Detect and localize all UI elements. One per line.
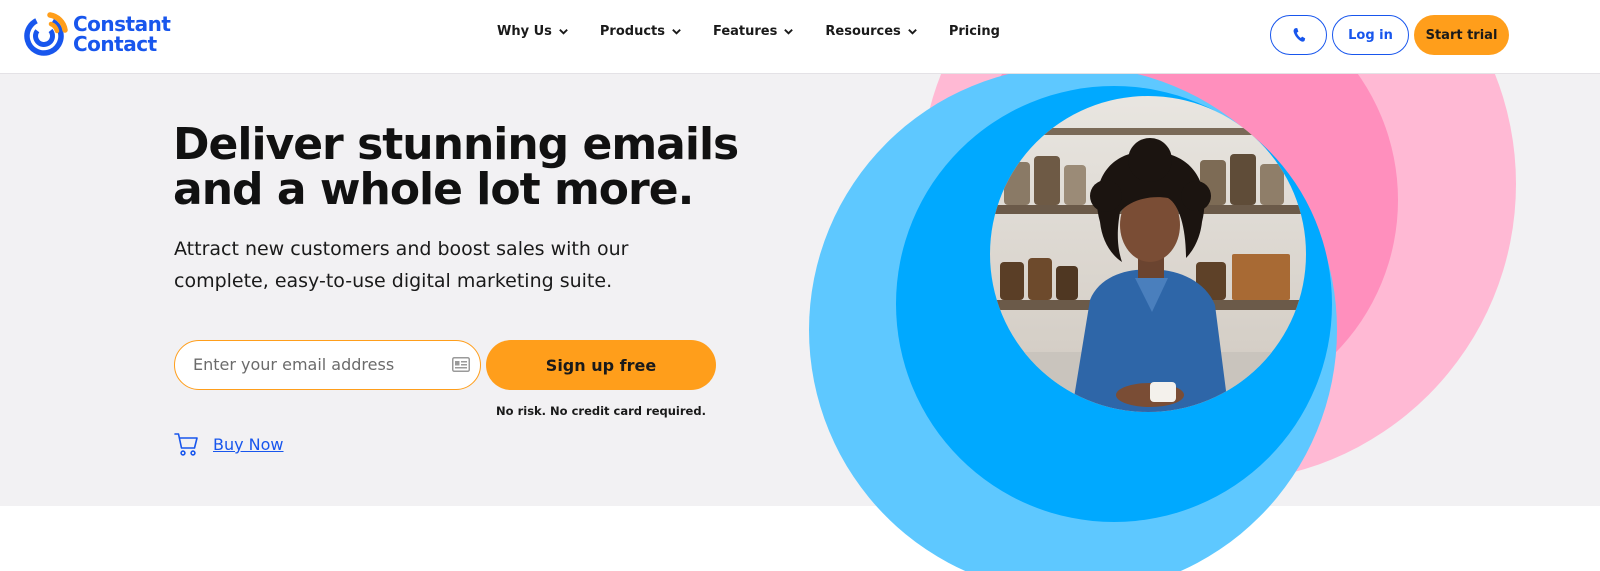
nav-item-label: Products — [599, 24, 665, 39]
chevron-down-icon — [907, 29, 917, 35]
headline-line-2: and a whole lot more. — [173, 164, 694, 215]
nav-item-label: Pricing — [948, 24, 1000, 39]
nav-item-label: Why Us — [497, 24, 552, 39]
shopping-cart-icon — [174, 433, 198, 456]
chevron-down-icon — [559, 29, 568, 35]
nav-item-resources[interactable]: Resources — [825, 24, 917, 39]
buy-now-link[interactable]: Buy Now — [174, 432, 284, 457]
nav-item-why-us[interactable]: Why Us — [497, 24, 569, 39]
main-nav: Why Us Products Features Resources Prici… — [497, 24, 1000, 39]
sign-up-free-button[interactable]: Sign up free — [486, 340, 716, 390]
hero-subheading: Attract new customers and boost sales wi… — [174, 233, 714, 297]
nav-item-label: Features — [712, 24, 778, 39]
phone-button[interactable] — [1270, 15, 1327, 55]
no-risk-disclaimer: No risk. No credit card required. — [496, 404, 706, 418]
logo-wordmark: Constant Contact — [73, 12, 171, 56]
logo-word-2: Contact — [73, 32, 157, 56]
logo-word-1: Constant — [73, 12, 171, 36]
buy-now-label: Buy Now — [213, 435, 284, 454]
email-field-wrapper — [174, 340, 481, 390]
constant-contact-logo[interactable]: Constant Contact — [24, 12, 171, 56]
phone-icon — [1293, 28, 1305, 42]
nav-item-label: Resources — [825, 24, 901, 39]
hero-headline: Deliver stunning emails and a whole lot … — [173, 122, 773, 212]
next-section — [0, 506, 1600, 571]
chevron-down-icon — [784, 29, 794, 35]
headline-line-1: Deliver stunning emails — [173, 119, 739, 170]
contact-card-icon — [452, 357, 470, 372]
subhead-line-2: complete, easy-to-use digital marketing … — [174, 270, 613, 292]
start-trial-button[interactable]: Start trial — [1414, 15, 1509, 55]
email-input[interactable] — [193, 341, 443, 388]
chevron-down-icon — [672, 29, 681, 35]
site-header: Constant Contact Why Us Products Feature… — [0, 0, 1600, 74]
nav-item-features[interactable]: Features — [713, 24, 794, 39]
nav-item-pricing[interactable]: Pricing — [949, 24, 1000, 39]
logo-icon — [24, 12, 68, 56]
nav-item-products[interactable]: Products — [600, 24, 682, 39]
login-button[interactable]: Log in — [1332, 15, 1409, 55]
subhead-line-1: Attract new customers and boost sales wi… — [174, 238, 629, 260]
